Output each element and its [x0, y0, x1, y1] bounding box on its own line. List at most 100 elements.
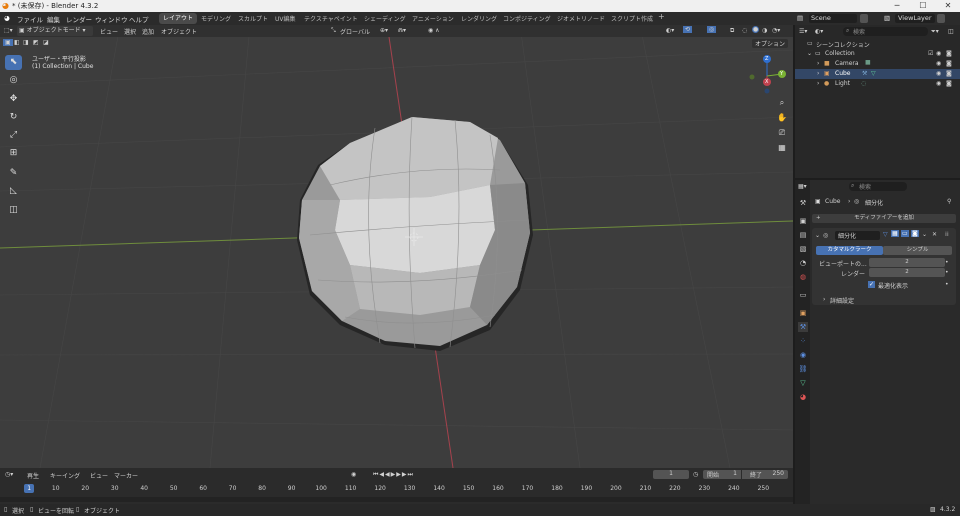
blender-menu-icon[interactable]: ◕: [4, 14, 10, 22]
menu-file[interactable]: ファイル: [17, 14, 43, 24]
collection-visibility-icon[interactable]: ◉: [936, 50, 941, 57]
outliner-item-camera[interactable]: Camera: [835, 60, 859, 67]
collection-expand-icon[interactable]: ⌄: [807, 50, 812, 57]
tool-tab-icon[interactable]: ⚒: [798, 198, 808, 208]
gizmo-toggle-icon[interactable]: ⟲: [683, 26, 693, 33]
orthographic-grid-icon[interactable]: ▦: [776, 142, 788, 154]
collection-render-icon[interactable]: ◙: [946, 50, 952, 57]
start-frame-field[interactable]: 開始 1: [703, 470, 741, 479]
visibility-icon[interactable]: ◐▾: [666, 27, 674, 34]
tab-texture-paint[interactable]: テクスチャペイント: [304, 14, 358, 23]
camera-view-icon[interactable]: ⎚: [776, 127, 788, 139]
catmull-clark-button[interactable]: カタマルクラーク: [816, 246, 883, 255]
add-cube-tool-icon[interactable]: ◫: [5, 203, 22, 218]
outliner-search[interactable]: 検索: [843, 27, 928, 36]
subdivided-cube-mesh[interactable]: [297, 116, 533, 351]
scene-selector[interactable]: Scene: [809, 14, 857, 23]
particles-tab-icon[interactable]: ⁘: [798, 336, 808, 346]
new-collection-icon[interactable]: ◫: [948, 28, 954, 35]
add-workspace-button[interactable]: +: [658, 12, 665, 21]
collection-tab-icon[interactable]: ▭: [798, 290, 808, 300]
tab-geometry-nodes[interactable]: ジオメトリノード: [557, 14, 605, 23]
view-layer-tab-icon[interactable]: ▧: [798, 244, 808, 254]
material-shading-icon[interactable]: ◑: [762, 27, 767, 34]
menu-render[interactable]: レンダー: [66, 14, 92, 24]
edit-mode-toggle-icon[interactable]: ▽: [883, 231, 888, 238]
light-expand-icon[interactable]: ›: [817, 80, 819, 87]
menu-window[interactable]: ウィンドウ: [95, 14, 128, 24]
advanced-expand-icon[interactable]: ›: [823, 296, 825, 303]
mode-selector[interactable]: ▣ オブジェクトモード ▾: [17, 26, 93, 36]
solid-shading-icon[interactable]: ●: [752, 26, 760, 33]
camera-expand-icon[interactable]: ›: [817, 60, 819, 67]
light-render-icon[interactable]: ◙: [946, 80, 952, 87]
render-keyframe-dot-icon[interactable]: •: [945, 269, 949, 276]
cube-expand-icon[interactable]: ›: [817, 70, 819, 77]
overlay-toggle-icon[interactable]: ◎: [707, 26, 717, 33]
view-layer-selector[interactable]: ViewLayer: [895, 14, 935, 23]
light-visibility-icon[interactable]: ◉: [936, 80, 941, 87]
optimal-keyframe-dot-icon[interactable]: •: [945, 281, 949, 288]
select-box-tool-icon[interactable]: ⬉: [5, 55, 22, 70]
frame-range-clock-icon[interactable]: ◷: [693, 471, 698, 478]
outliner-item-light[interactable]: Light: [835, 80, 850, 87]
tab-sculpt[interactable]: スカルプト: [238, 14, 268, 23]
new-scene-button[interactable]: [860, 14, 868, 23]
viewport-keyframe-dot-icon[interactable]: •: [945, 259, 949, 266]
collection-label[interactable]: Collection: [825, 50, 855, 57]
playback-controls[interactable]: ⏮◀◀▶▶▶⏭: [373, 471, 414, 479]
snap-icon[interactable]: ⋒▾: [398, 27, 406, 34]
menu-playback[interactable]: 再生: [27, 471, 39, 480]
cursor-tool-icon[interactable]: ◎: [5, 73, 22, 88]
pivot-icon[interactable]: ⊕▾: [380, 27, 388, 34]
maximize-button[interactable]: ☐: [912, 0, 934, 12]
rotate-tool-icon[interactable]: ↻: [5, 110, 22, 125]
menu-keying[interactable]: キーイング: [50, 471, 80, 480]
advanced-section-label[interactable]: 詳細設定: [830, 296, 854, 305]
render-levels-field[interactable]: 2: [869, 268, 945, 277]
outliner-editor-type-icon[interactable]: ☰▾: [799, 28, 807, 35]
annotate-tool-icon[interactable]: ✎: [5, 166, 22, 181]
menu-timeline-view[interactable]: ビュー: [90, 471, 108, 480]
proportional-edit-icon[interactable]: ◉ ∧: [428, 27, 440, 34]
menu-select[interactable]: 選択: [124, 27, 136, 36]
select-mode-extend-icon[interactable]: ◧: [14, 39, 20, 46]
tab-scripting[interactable]: スクリプト作成: [611, 14, 653, 23]
tab-layout[interactable]: レイアウト: [159, 13, 198, 24]
menu-help[interactable]: ヘルプ: [129, 14, 149, 24]
output-tab-icon[interactable]: ▤: [798, 230, 808, 240]
transform-tool-icon[interactable]: ⊞: [5, 146, 22, 161]
viewport-toggle-icon[interactable]: ▭: [901, 230, 909, 237]
current-frame-field[interactable]: 1: [653, 470, 689, 479]
zoom-icon[interactable]: ⌕: [776, 97, 788, 109]
tab-animation[interactable]: アニメーション: [412, 14, 454, 23]
modifier-drag-handle-icon[interactable]: ⁞⁞: [945, 231, 949, 238]
minimize-button[interactable]: ─: [886, 0, 908, 12]
tab-compositing[interactable]: コンポジティング: [503, 14, 551, 23]
pan-hand-icon[interactable]: ✋: [776, 112, 788, 124]
menu-edit[interactable]: 編集: [47, 14, 60, 24]
select-mode-invert-icon[interactable]: ◩: [33, 39, 39, 46]
rendered-shading-icon[interactable]: ◔▾: [772, 27, 780, 34]
levels-viewport-field[interactable]: 2: [869, 258, 945, 267]
world-tab-icon[interactable]: ◍: [798, 272, 808, 282]
menu-marker[interactable]: マーカー: [114, 471, 138, 480]
select-mode-intersect-icon[interactable]: ◪: [43, 39, 49, 46]
add-modifier-button[interactable]: + モディファイアーを追加: [812, 214, 956, 223]
simple-button[interactable]: シンプル: [883, 246, 952, 255]
transform-orientation-icon[interactable]: ⤡: [331, 27, 336, 35]
timeline-scrollbar[interactable]: [0, 497, 793, 502]
modifier-delete-icon[interactable]: ✕: [932, 231, 937, 238]
tab-modeling[interactable]: モデリング: [201, 14, 231, 23]
collection-checkbox-icon[interactable]: ☑: [928, 50, 933, 57]
constraints-tab-icon[interactable]: ⛓: [798, 364, 808, 374]
tab-shading[interactable]: シェーディング: [364, 14, 406, 23]
physics-tab-icon[interactable]: ◉: [798, 350, 808, 360]
select-mode-subtract-icon[interactable]: ◨: [23, 39, 29, 46]
modifier-name-field[interactable]: 細分化: [835, 231, 880, 240]
modifier-tab-icon[interactable]: ⚒: [798, 322, 808, 332]
timeline-editor-type-icon[interactable]: ◷▾: [5, 471, 13, 478]
render-toggle-icon[interactable]: ◙: [911, 230, 919, 237]
properties-search[interactable]: 検索: [849, 182, 907, 191]
menu-add[interactable]: 追加: [142, 27, 154, 36]
